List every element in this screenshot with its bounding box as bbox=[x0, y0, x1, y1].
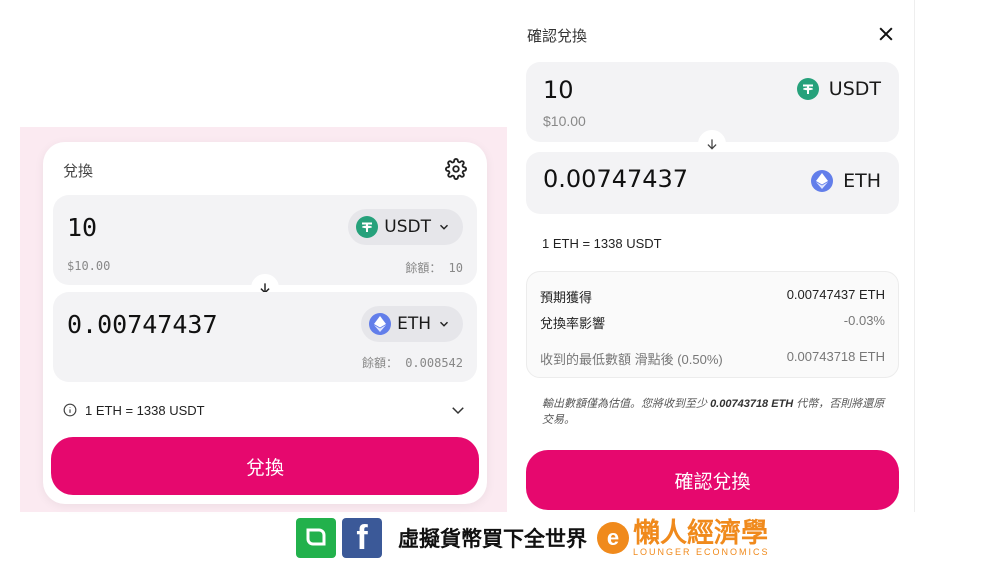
screenshot-root: 兌換 10 USDT $10.00 餘額： 10 0.00747437 ETH … bbox=[0, 0, 990, 565]
eth-icon bbox=[811, 170, 834, 192]
confirm-from-amount: 10 bbox=[543, 76, 574, 104]
eth-icon bbox=[369, 313, 392, 335]
confirm-from-token-label: USDT bbox=[828, 78, 881, 100]
confirm-to-amount: 0.00747437 bbox=[543, 165, 689, 193]
swap-button[interactable]: 兌換 bbox=[51, 437, 479, 495]
logo-chinese: 懶人經濟學 bbox=[633, 517, 768, 549]
line-icon[interactable] bbox=[296, 518, 336, 558]
to-token-selector[interactable]: ETH bbox=[361, 306, 463, 342]
from-usd-value: $10.00 bbox=[67, 259, 111, 273]
detail-row: 收到的最低數額 滑點後 (0.50%) 0.00743718 ETH bbox=[540, 349, 885, 368]
confirm-exchange-rate: 1 ETH = 1338 USDT bbox=[542, 236, 662, 251]
from-token-selector[interactable]: USDT bbox=[348, 209, 463, 245]
detail-value: 0.00743718 ETH bbox=[786, 349, 885, 364]
detail-row: 兌換率影響 -0.03% bbox=[540, 313, 885, 332]
close-icon[interactable] bbox=[876, 24, 896, 44]
chevron-down-icon bbox=[439, 321, 449, 327]
logo-english: LOUNGER ECONOMICS bbox=[633, 546, 770, 557]
to-balance: 餘額： 0.008542 bbox=[361, 356, 463, 370]
swap-card: 兌換 10 USDT $10.00 餘額： 10 0.00747437 ETH … bbox=[43, 142, 487, 504]
from-input-box[interactable]: 10 USDT $10.00 餘額： 10 bbox=[53, 195, 477, 285]
exchange-rate-row[interactable]: 1 ETH = 1338 USDT bbox=[63, 400, 467, 420]
to-token-label: ETH bbox=[397, 314, 431, 334]
brand-slogan: 虛擬貨幣買下全世界 bbox=[398, 527, 587, 551]
chevron-down-icon bbox=[439, 224, 449, 230]
chevron-down-icon[interactable] bbox=[449, 401, 467, 419]
info-icon bbox=[63, 403, 77, 417]
gear-icon[interactable] bbox=[445, 158, 467, 180]
brand-footer: f 虛擬貨幣買下全世界 e 懶人經濟學 LOUNGER ECONOMICS bbox=[296, 518, 770, 558]
facebook-letter: f bbox=[356, 519, 368, 557]
logo-text: 懶人經濟學 LOUNGER ECONOMICS bbox=[633, 520, 770, 557]
detail-value: 0.00747437 ETH bbox=[786, 287, 885, 302]
from-balance: 餘額： 10 bbox=[405, 261, 463, 275]
confirm-to-token: ETH bbox=[811, 170, 881, 192]
note-prefix: 輸出數額僅為估值。您將收到至少 bbox=[542, 398, 707, 410]
brand-logo: e 懶人經濟學 LOUNGER ECONOMICS bbox=[597, 520, 770, 557]
detail-row: 預期獲得 0.00747437 ETH bbox=[540, 287, 885, 306]
to-input-box[interactable]: 0.00747437 ETH 餘額： 0.008542 bbox=[53, 292, 477, 382]
confirm-swap-button[interactable]: 確認兌換 bbox=[526, 450, 899, 510]
facebook-icon[interactable]: f bbox=[342, 518, 382, 558]
detail-value: -0.03% bbox=[843, 313, 885, 328]
swap-title: 兌換 bbox=[63, 163, 94, 180]
detail-label: 預期獲得 bbox=[540, 290, 593, 305]
confirm-to-token-label: ETH bbox=[843, 170, 881, 192]
from-amount-input[interactable]: 10 bbox=[67, 213, 97, 242]
from-token-label: USDT bbox=[384, 217, 431, 237]
confirm-details: 預期獲得 0.00747437 ETH 兌換率影響 -0.03% 收到的最低數額… bbox=[526, 271, 899, 378]
detail-label: 兌換率影響 bbox=[540, 316, 606, 331]
exchange-rate-text: 1 ETH = 1338 USDT bbox=[85, 402, 205, 418]
confirm-from-token: USDT bbox=[796, 78, 881, 100]
usdt-icon bbox=[356, 216, 379, 238]
confirm-from-usd: $10.00 bbox=[543, 113, 586, 129]
logo-e-icon: e bbox=[597, 522, 629, 554]
usdt-icon bbox=[796, 78, 819, 100]
detail-label: 收到的最低數額 滑點後 (0.50%) bbox=[540, 352, 723, 367]
confirm-title: 確認兌換 bbox=[527, 28, 588, 45]
arrow-down-icon bbox=[707, 139, 717, 150]
divider bbox=[914, 0, 915, 512]
estimate-note: 輸出數額僅為估值。您將收到至少 0.00743718 ETH 代幣，否則將還原交… bbox=[542, 396, 887, 428]
confirm-to-box: 0.00747437 ETH bbox=[526, 152, 899, 214]
to-amount-input[interactable]: 0.00747437 bbox=[67, 310, 218, 339]
note-amount: 0.00743718 ETH bbox=[710, 398, 794, 410]
